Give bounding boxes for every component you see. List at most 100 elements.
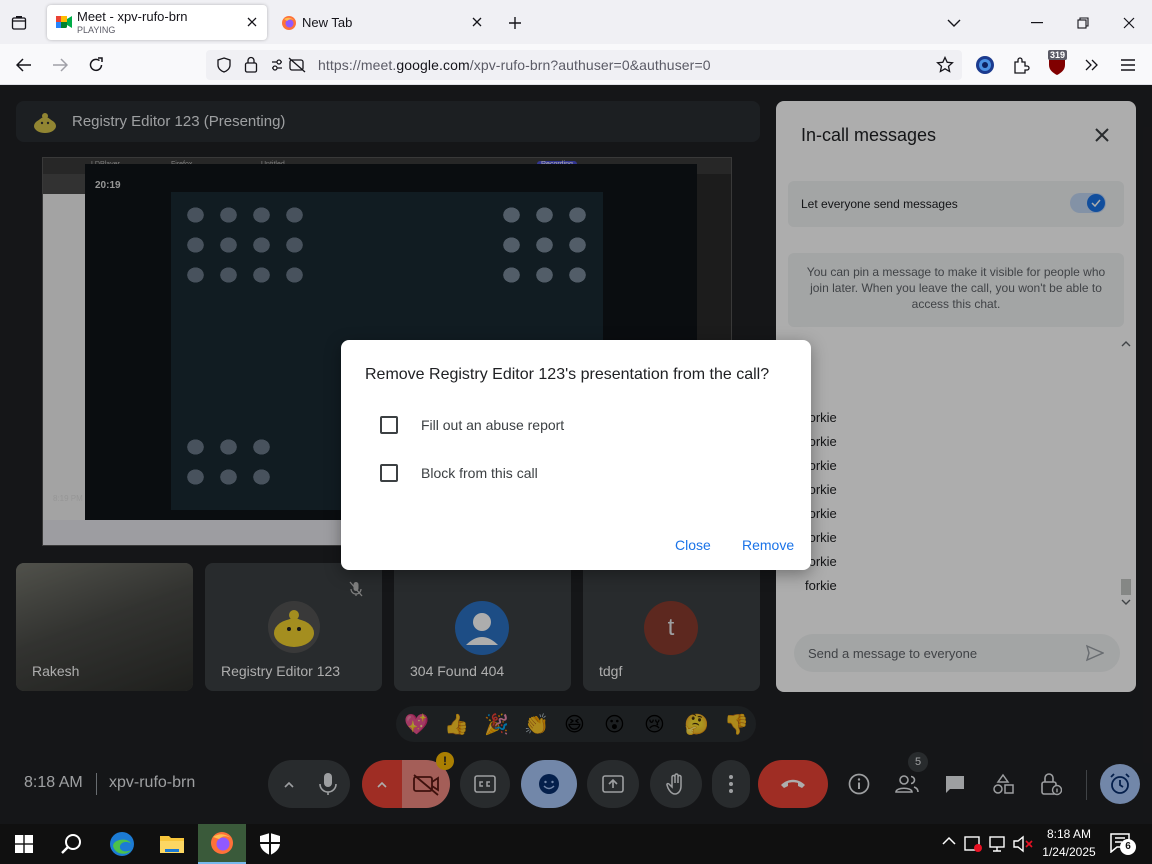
present-screen-button[interactable] — [587, 760, 639, 808]
bookmark-star-icon[interactable] — [936, 56, 954, 74]
app-icons-grid — [495, 200, 595, 290]
people-icon[interactable]: 5 — [888, 752, 928, 806]
new-tab-plus-icon[interactable] — [504, 12, 526, 34]
app-icons-grid — [179, 432, 279, 492]
extensions-puzzle-icon[interactable] — [1009, 53, 1033, 77]
divider — [96, 773, 97, 795]
close-tab-icon[interactable] — [468, 13, 486, 31]
firefox-taskbar-icon[interactable] — [198, 824, 246, 864]
dialog-title: Remove Registry Editor 123's presentatio… — [365, 366, 770, 383]
reaction-heart[interactable]: 💖 — [404, 712, 429, 737]
url-bar[interactable]: https://meet.google.com/xpv-rufo-brn?aut… — [206, 50, 962, 80]
close-button[interactable]: Close — [675, 537, 711, 553]
messages-scrollbar[interactable] — [1119, 335, 1133, 615]
security-shield-icon[interactable] — [246, 824, 294, 864]
extension-badge: 319 — [1048, 50, 1068, 60]
presenter-avatar-icon — [32, 107, 58, 135]
close-tab-icon[interactable] — [243, 13, 261, 31]
activities-icon[interactable] — [984, 762, 1022, 806]
send-messages-toggle[interactable] — [1070, 193, 1106, 213]
toggle-label: Let everyone send messages — [801, 197, 958, 211]
chat-icon[interactable] — [936, 762, 974, 806]
tab-new-tab[interactable]: New Tab — [272, 5, 492, 40]
minimize-icon[interactable] — [1026, 12, 1048, 34]
raise-hand-button[interactable] — [650, 760, 702, 808]
pin-info-text: You can pin a message to make it visible… — [788, 253, 1124, 327]
message-sender: forkie — [805, 578, 837, 593]
notifications-icon[interactable]: 6 — [1110, 833, 1136, 855]
chevron-down-icon[interactable] — [943, 12, 965, 34]
tray-app-icon[interactable] — [964, 835, 982, 853]
list-all-tabs-icon[interactable] — [8, 12, 30, 34]
meet-favicon-icon — [56, 15, 72, 29]
participant-name: 304 Found 404 — [410, 663, 505, 679]
participant-tile-tdgf[interactable]: t tdgf — [583, 563, 760, 691]
close-window-icon[interactable] — [1118, 12, 1140, 34]
restore-icon[interactable] — [1072, 12, 1094, 34]
reaction-thumbs-down[interactable]: 👎 — [724, 712, 749, 737]
reload-icon[interactable] — [84, 53, 108, 77]
hamburger-menu-icon[interactable] — [1116, 53, 1140, 77]
taskbar-date[interactable]: 1/24/2025 — [1038, 845, 1100, 859]
reaction-thumbs-up[interactable]: 👍 — [444, 712, 469, 737]
timer-alarm-icon[interactable] — [1100, 764, 1140, 804]
captions-button[interactable] — [460, 760, 510, 808]
emulator-clock: 20:19 — [95, 180, 121, 191]
participant-name: Rakesh — [32, 663, 80, 679]
presenting-banner: Registry Editor 123 (Presenting) — [16, 101, 760, 142]
reactions-button[interactable] — [521, 760, 577, 808]
remove-button[interactable]: Remove — [742, 537, 794, 553]
network-icon[interactable] — [989, 835, 1009, 853]
meeting-details-icon[interactable] — [840, 762, 878, 806]
send-icon[interactable] — [1086, 644, 1104, 662]
reaction-thinking[interactable]: 🤔 — [684, 712, 709, 737]
back-arrow-icon[interactable] — [12, 53, 36, 77]
volume-muted-icon[interactable] — [1013, 835, 1033, 853]
abuse-report-checkbox[interactable] — [380, 416, 398, 434]
participant-tile-304-found[interactable]: 304 Found 404 — [394, 563, 571, 691]
shared-screen-sidebar — [43, 194, 85, 520]
ublock-shield-icon[interactable]: 319 — [1044, 50, 1070, 78]
tab-title: Meet - xpv-rufo-brn — [77, 9, 188, 24]
warning-badge-icon: ! — [436, 752, 454, 770]
show-hidden-icons-chevron-icon[interactable] — [942, 836, 956, 846]
browser-tab-bar: Meet - xpv-rufo-brn PLAYING New Tab — [0, 0, 1152, 44]
message-input[interactable]: Send a message to everyone — [794, 634, 1120, 672]
panel-title: In-call messages — [801, 125, 937, 145]
camera-options-chevron[interactable] — [362, 760, 402, 808]
lock-icon[interactable] — [244, 56, 258, 73]
extension-blue-icon[interactable] — [973, 53, 997, 77]
taskbar-time[interactable]: 8:18 AM — [1040, 827, 1098, 841]
reaction-sad[interactable]: 😢 — [644, 712, 665, 737]
permissions-icon[interactable] — [270, 57, 308, 73]
microphone-button[interactable] — [268, 760, 350, 808]
reaction-surprised[interactable]: 😮 — [604, 712, 625, 737]
tab-subtitle: PLAYING — [77, 25, 116, 35]
presenting-label: Registry Editor 123 (Presenting) — [72, 113, 286, 130]
edge-icon[interactable] — [98, 824, 146, 864]
app-icons-grid — [179, 200, 309, 290]
overflow-chevron-icon[interactable] — [1080, 53, 1104, 77]
file-explorer-icon[interactable] — [148, 824, 196, 864]
leave-call-button[interactable] — [758, 760, 828, 808]
windows-start-icon[interactable] — [0, 824, 48, 864]
reaction-clap[interactable]: 👏 — [524, 712, 549, 737]
messages-permission-row: Let everyone send messages — [788, 181, 1124, 227]
close-panel-icon[interactable] — [1090, 123, 1114, 147]
shield-icon[interactable] — [216, 57, 232, 73]
participant-avatar-icon — [268, 601, 320, 653]
tab-meet[interactable]: Meet - xpv-rufo-brn PLAYING — [47, 5, 267, 40]
more-options-button[interactable] — [712, 760, 750, 808]
search-icon[interactable] — [48, 824, 96, 864]
block-label: Block from this call — [421, 465, 538, 481]
reaction-party[interactable]: 🎉 — [484, 712, 509, 737]
participant-tile-rakesh[interactable]: Rakesh — [16, 563, 193, 691]
block-checkbox[interactable] — [380, 464, 398, 482]
meeting-code: xpv-rufo-brn — [109, 774, 196, 791]
reaction-laugh[interactable]: 😆 — [564, 712, 585, 737]
forward-arrow-icon[interactable] — [48, 53, 72, 77]
camera-off-button[interactable]: ! — [362, 752, 454, 808]
participant-tile-registry-editor[interactable]: Registry Editor 123 — [205, 563, 382, 691]
host-controls-icon[interactable] — [1032, 762, 1070, 806]
initial-avatar: t — [644, 601, 698, 655]
